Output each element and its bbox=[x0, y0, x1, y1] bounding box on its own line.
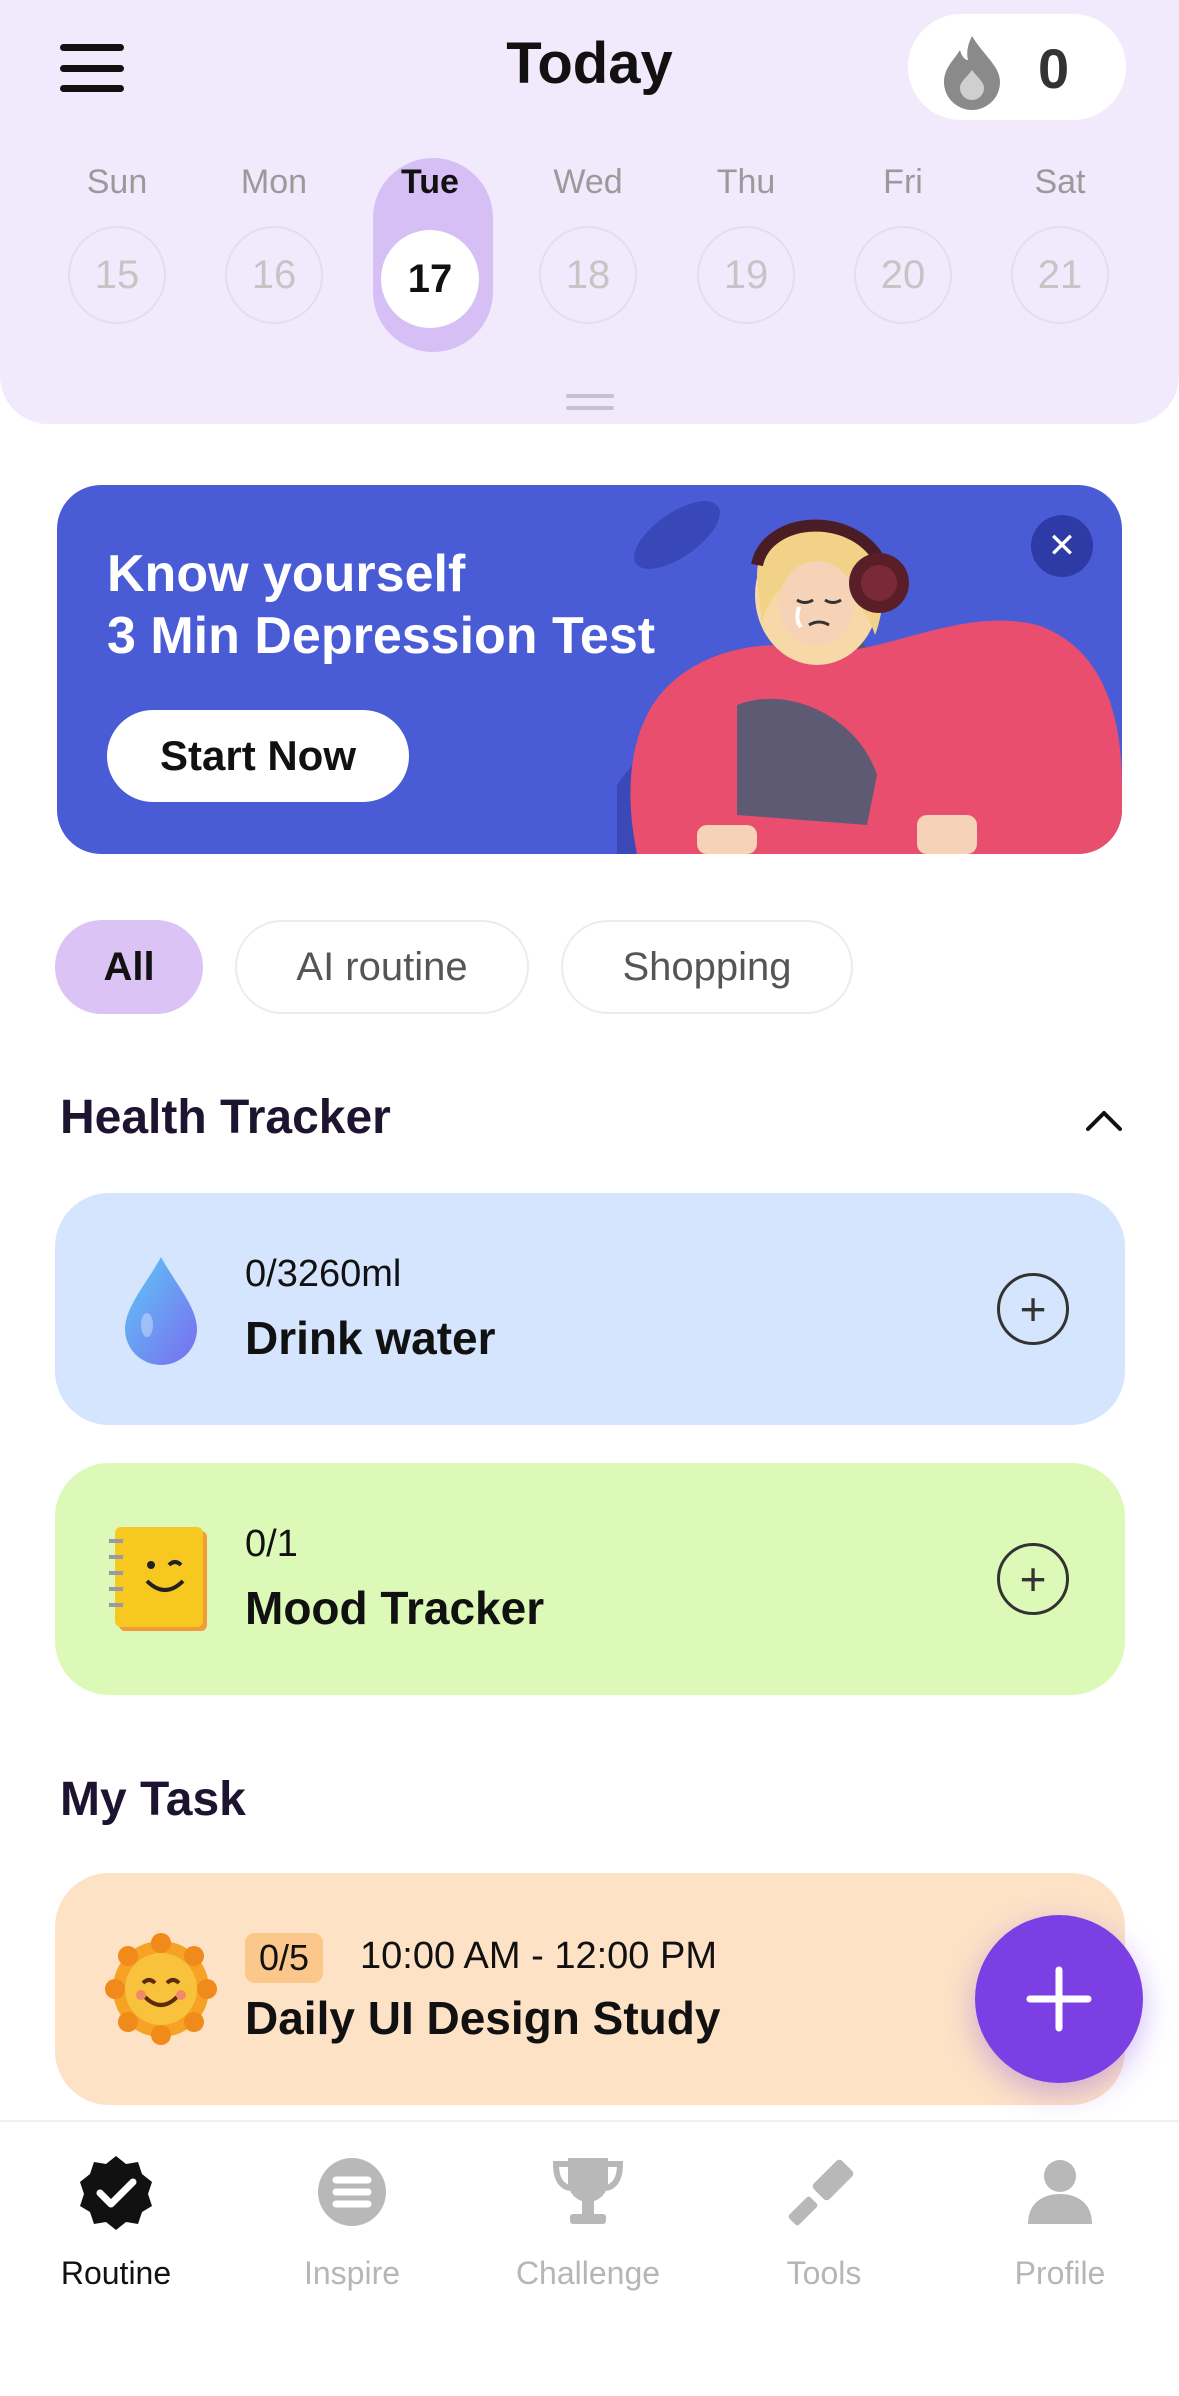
day-mon[interactable]: Mon 16 bbox=[214, 160, 334, 324]
routine-check-icon bbox=[80, 2156, 152, 2230]
mood-tracker-card[interactable]: 0/1 Mood Tracker + bbox=[55, 1463, 1125, 1695]
streak-count: 0 bbox=[1038, 37, 1070, 100]
mood-label: Mood Tracker bbox=[245, 1582, 545, 1634]
filter-shopping[interactable]: Shopping bbox=[561, 920, 853, 1014]
day-sat[interactable]: Sat 21 bbox=[1000, 160, 1120, 324]
day-sun[interactable]: Sun 15 bbox=[57, 160, 177, 324]
mood-progress: 0/1 bbox=[245, 1523, 298, 1565]
tools-icon bbox=[788, 2159, 854, 2226]
depression-test-banner[interactable]: Know yourself 3 Min Depression Test Star… bbox=[57, 485, 1122, 854]
plus-icon bbox=[1026, 1966, 1092, 2032]
streak-counter[interactable]: 0 bbox=[908, 14, 1126, 120]
filter-all[interactable]: All bbox=[55, 920, 203, 1014]
start-now-button[interactable]: Start Now bbox=[107, 710, 409, 802]
header: Today 0 Sun 15 Mon 16 Tue 17 Wed 18 Thu … bbox=[0, 0, 1179, 424]
day-thu[interactable]: Thu 19 bbox=[686, 160, 806, 324]
drink-water-card[interactable]: 0/3260ml Drink water + bbox=[55, 1193, 1125, 1425]
banner-headline: Know yourself 3 Min Depression Test bbox=[107, 545, 656, 665]
day-fri[interactable]: Fri 20 bbox=[843, 160, 963, 324]
water-drop-icon bbox=[125, 1257, 197, 1365]
chevron-up-icon[interactable] bbox=[1084, 1105, 1124, 1135]
nav-challenge[interactable]: Challenge bbox=[488, 2152, 688, 2292]
inspire-icon bbox=[318, 2158, 386, 2226]
add-mood-button[interactable]: + bbox=[997, 1543, 1069, 1615]
add-task-button[interactable] bbox=[975, 1915, 1143, 2083]
add-water-button[interactable]: + bbox=[997, 1273, 1069, 1345]
water-progress: 0/3260ml bbox=[245, 1253, 402, 1295]
nav-tools[interactable]: Tools bbox=[724, 2152, 924, 2292]
task-progress-badge: 0/5 bbox=[245, 1933, 324, 1983]
filter-ai-routine[interactable]: AI routine bbox=[235, 920, 529, 1014]
day-tue-selected[interactable]: Tue 17 bbox=[370, 158, 493, 352]
nav-inspire[interactable]: Inspire bbox=[252, 2152, 452, 2292]
day-wed[interactable]: Wed 18 bbox=[528, 160, 648, 324]
sun-icon bbox=[105, 1933, 217, 2045]
bottom-nav: Routine Inspire Challenge Tools Profile bbox=[0, 2120, 1179, 2396]
water-label: Drink water bbox=[245, 1312, 496, 1364]
close-icon[interactable]: ✕ bbox=[1031, 515, 1093, 577]
my-task-title: My Task bbox=[60, 1773, 246, 1826]
health-tracker-title: Health Tracker bbox=[60, 1091, 391, 1144]
task-time: 10:00 AM - 12:00 PM bbox=[360, 1935, 717, 1977]
notebook-icon bbox=[109, 1527, 207, 1631]
task-card[interactable]: 0/5 10:00 AM - 12:00 PM Daily UI Design … bbox=[55, 1873, 1125, 2105]
trophy-icon bbox=[552, 2158, 624, 2224]
profile-icon bbox=[1028, 2160, 1092, 2224]
drag-handle[interactable] bbox=[566, 394, 614, 410]
task-label: Daily UI Design Study bbox=[245, 1992, 721, 2044]
streak-drop-icon bbox=[944, 36, 1000, 110]
nav-profile[interactable]: Profile bbox=[960, 2152, 1160, 2292]
nav-routine[interactable]: Routine bbox=[16, 2152, 216, 2292]
